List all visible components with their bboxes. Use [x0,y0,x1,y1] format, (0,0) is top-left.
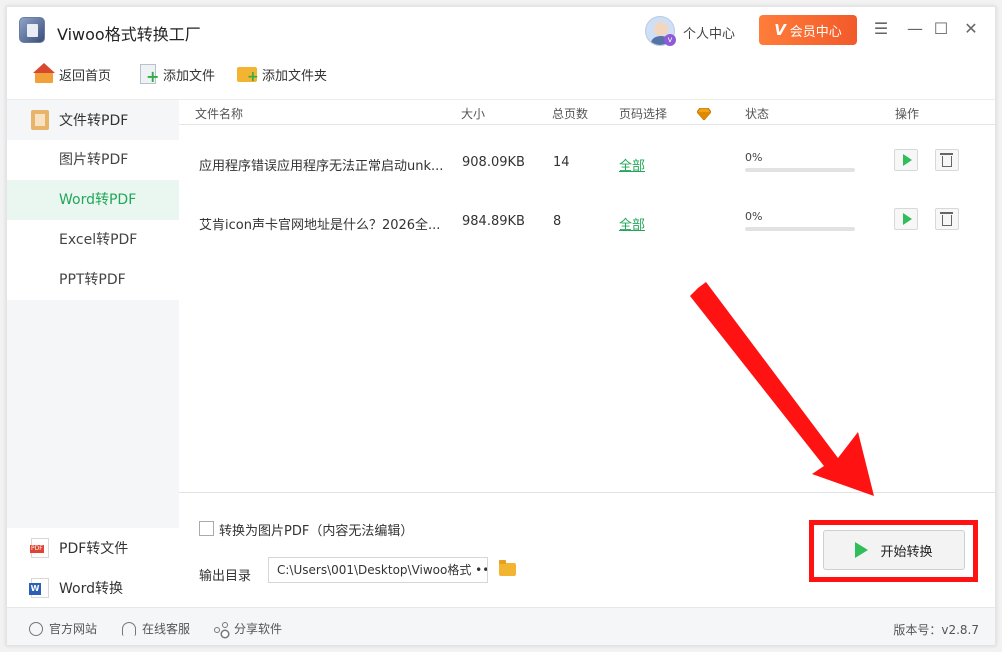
progress-bar [745,168,855,172]
convert-row-button[interactable] [894,149,918,171]
file-size: 984.89KB [462,214,525,229]
vip-badge-icon: v [664,34,676,46]
vip-center-label: 会员中心 [789,24,842,40]
online-support-link[interactable]: 在线客服 [122,620,190,637]
status-bar: 官方网站 在线客服 分享软件 版本号：v2.8.7 [7,607,995,645]
menu-icon[interactable]: ☰ [871,19,891,39]
play-icon [902,213,912,225]
version-label: 版本号：v2.8.7 [893,623,979,637]
sidebar-bottom-label: Word转换 [59,581,123,597]
sidebar-bottom-label: PDF转文件 [59,541,129,557]
page-select-link[interactable]: 全部 [619,155,645,174]
start-convert-button[interactable]: 开始转换 [823,530,965,570]
header-status: 状态 [745,107,770,121]
sidebar-item-word-convert[interactable]: Word转换 [7,568,179,608]
sidebar-category-label: 文件转PDF [59,113,129,129]
convert-row-button[interactable] [894,208,918,230]
table-header: 文件名称 大小 总页数 页码选择 状态 操作 [179,99,995,125]
header-action: 操作 [895,107,920,121]
output-dir-label: 输出目录 [199,569,252,584]
table-row[interactable]: 应用程序错误应用程序无法正常启动unk... 908.09KB 14 全部 0% [179,133,995,191]
personal-center-link[interactable]: 个人中心 [683,23,735,42]
vip-v-icon: V [774,21,786,39]
header-name: 文件名称 [195,107,244,121]
minimize-icon[interactable]: — [905,19,925,39]
trash-icon [940,212,953,226]
file-name: 应用程序错误应用程序无法正常启动unk... [199,159,444,174]
file-to-pdf-icon [31,110,49,130]
header-size: 大小 [461,107,486,121]
app-logo-icon [19,17,45,43]
add-folder-button[interactable]: 添加文件夹 [236,63,327,85]
file-pages: 14 [553,155,570,170]
output-dir-field[interactable]: C:\Users\001\Desktop\Viwoo格式 ••• [268,557,488,583]
website-label: 官方网站 [49,622,98,636]
support-label: 在线客服 [142,622,191,636]
app-title: Viwoo格式转换工厂 [57,25,201,44]
sidebar-item-ppt-to-pdf[interactable]: PPT转PDF [7,260,179,300]
title-bar: Viwoo格式转换工厂 v 个人中心 V 会员中心 ☰ — ☐ ✕ [7,7,995,55]
share-label: 分享软件 [234,622,283,636]
trash-icon [940,153,953,167]
delete-row-button[interactable] [935,208,959,230]
add-folder-icon [236,63,259,85]
add-file-label: 添加文件 [163,68,216,84]
pdf-file-icon [30,538,49,558]
close-icon[interactable]: ✕ [961,19,981,39]
add-file-button[interactable]: 添加文件 [137,63,215,85]
add-file-icon [137,63,159,85]
progress-text: 0% [745,151,763,164]
add-folder-label: 添加文件夹 [262,68,328,84]
sidebar-item-word-to-pdf[interactable]: Word转PDF [7,180,179,220]
sidebar-item-excel-to-pdf[interactable]: Excel转PDF [7,220,179,260]
start-convert-label: 开始转换 [880,544,933,560]
headset-icon [122,621,136,636]
sidebar-item-pdf-to-file[interactable]: PDF转文件 [7,528,179,568]
maximize-icon[interactable]: ☐ [931,19,951,39]
folder-icon[interactable] [499,560,516,576]
globe-icon [29,621,43,636]
file-name: 艾肯icon声卡官网地址是什么？2026全... [199,218,441,233]
sidebar-category-file-to-pdf[interactable]: 文件转PDF [7,100,179,140]
progress-text: 0% [745,210,763,223]
bottom-panel: 转换为图片PDF（内容无法编辑） 输出目录 C:\Users\001\Deskt… [179,492,995,607]
header-page-select: 页码选择 [619,107,668,121]
delete-row-button[interactable] [935,149,959,171]
diamond-icon [697,108,711,120]
progress-bar [745,227,855,231]
page-select-link[interactable]: 全部 [619,214,645,233]
sidebar: 文件转PDF 图片转PDF Word转PDF Excel转PDF PPT转PDF… [7,99,179,608]
play-icon [855,542,869,558]
home-icon [33,63,55,85]
image-pdf-label[interactable]: 转换为图片PDF（内容无法编辑） [219,520,413,539]
sidebar-item-image-to-pdf[interactable]: 图片转PDF [7,140,179,180]
image-pdf-checkbox[interactable] [199,521,214,536]
table-row[interactable]: 艾肯icon声卡官网地址是什么？2026全... 984.89KB 8 全部 0… [179,192,995,250]
file-size: 908.09KB [462,155,525,170]
share-software-link[interactable]: 分享软件 [214,620,282,637]
share-icon [214,621,228,636]
play-icon [902,154,912,166]
home-button[interactable]: 返回首页 [33,63,111,85]
home-label: 返回首页 [59,68,112,84]
word-icon [29,578,49,598]
vip-center-button[interactable]: V 会员中心 [759,15,857,45]
header-pages: 总页数 [552,107,589,121]
app-window: Viwoo格式转换工厂 v 个人中心 V 会员中心 ☰ — ☐ ✕ 返回首页 添… [6,6,996,646]
file-pages: 8 [553,214,562,229]
official-website-link[interactable]: 官方网站 [29,620,97,637]
